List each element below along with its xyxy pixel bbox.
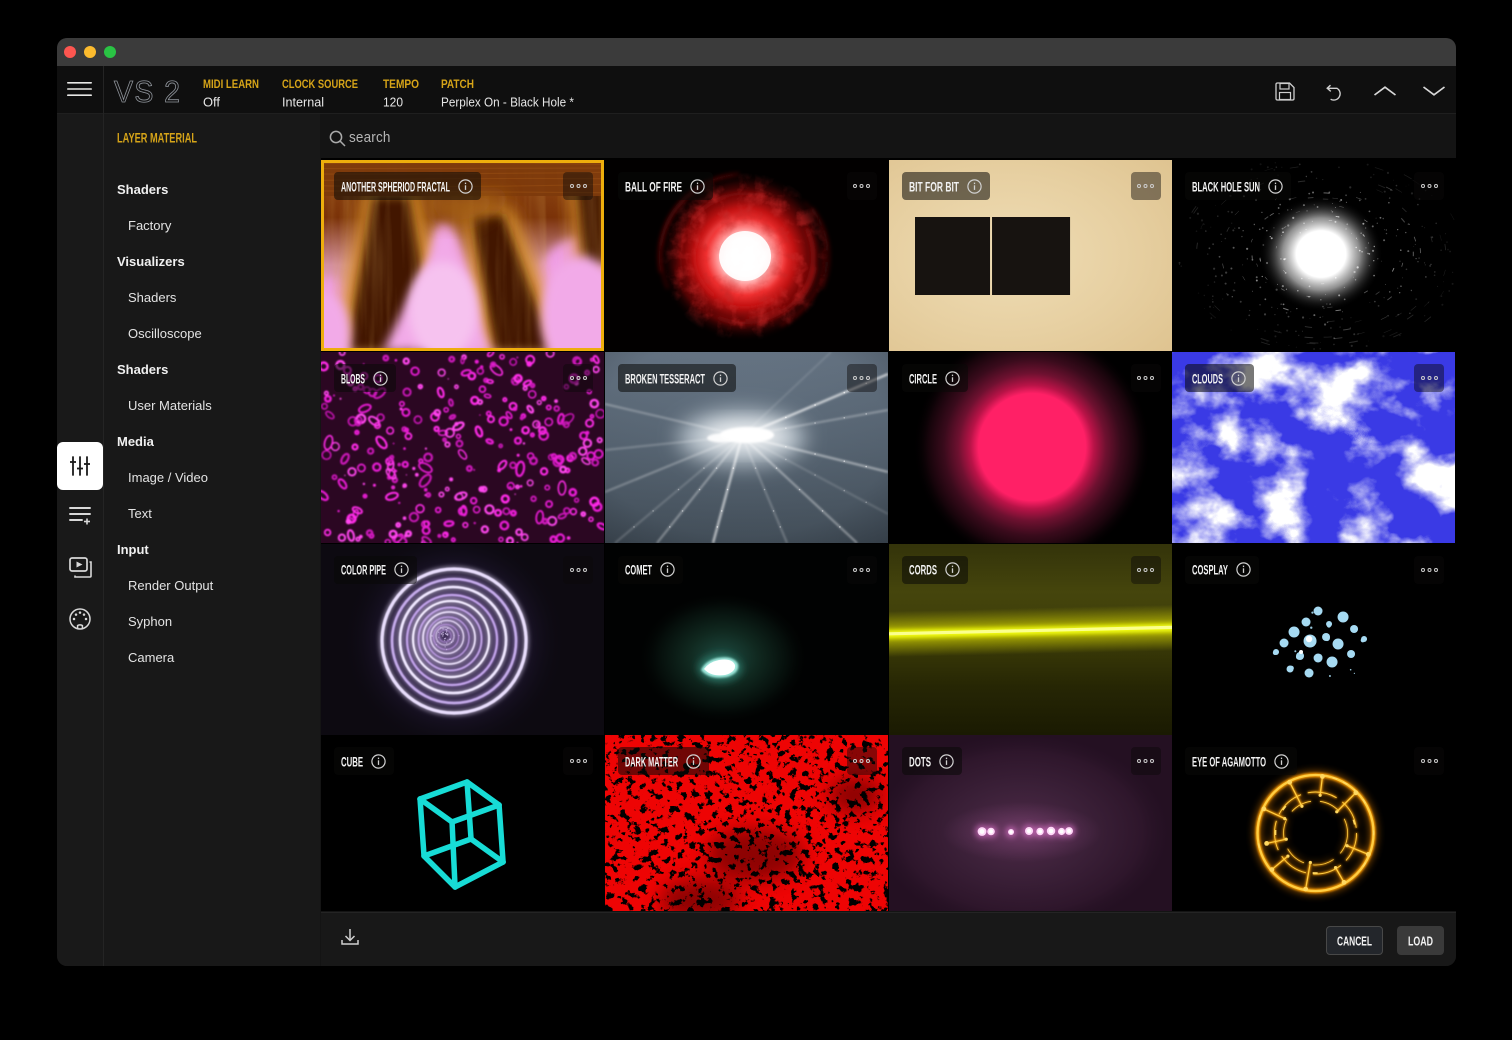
svg-text:Off: Off	[203, 95, 220, 109]
svg-text:COLOR PIPE: COLOR PIPE	[341, 563, 386, 576]
svg-text:PATCH: PATCH	[441, 79, 474, 90]
svg-text:LAYER MATERIAL: LAYER MATERIAL	[117, 130, 197, 145]
svg-text:COSPLAY: COSPLAY	[1192, 563, 1228, 576]
svg-text:CANCEL: CANCEL	[1337, 935, 1372, 947]
svg-text:BALL OF FIRE: BALL OF FIRE	[625, 180, 682, 193]
svg-text:Internal: Internal	[282, 95, 324, 109]
svg-text:CLOUDS: CLOUDS	[1192, 372, 1223, 385]
svg-text:MIDI LEARN: MIDI LEARN	[203, 79, 259, 90]
svg-text:EYE OF AGAMOTTO: EYE OF AGAMOTTO	[1192, 755, 1266, 768]
svg-text:CORDS: CORDS	[909, 563, 937, 576]
svg-text:LOAD: LOAD	[1408, 935, 1433, 947]
svg-text:CIRCLE: CIRCLE	[909, 372, 937, 385]
svg-text:ANOTHER SPHERIOD FRACTAL: ANOTHER SPHERIOD FRACTAL	[341, 180, 450, 193]
svg-text:TEMPO: TEMPO	[383, 79, 419, 90]
svg-text:BROKEN TESSERACT: BROKEN TESSERACT	[625, 372, 705, 385]
svg-text:CLOCK SOURCE: CLOCK SOURCE	[282, 79, 358, 90]
svg-text:COMET: COMET	[625, 563, 652, 576]
svg-text:DOTS: DOTS	[909, 755, 931, 768]
svg-text:DARK MATTER: DARK MATTER	[625, 755, 678, 768]
svg-text:120: 120	[383, 95, 403, 109]
svg-text:BLACK HOLE SUN: BLACK HOLE SUN	[1192, 180, 1260, 193]
svg-text:Perplex On - Black Hole *: Perplex On - Black Hole *	[441, 95, 574, 109]
svg-text:BLOBS: BLOBS	[341, 372, 365, 385]
svg-text:CUBE: CUBE	[341, 755, 363, 768]
svg-text:BIT FOR BIT: BIT FOR BIT	[909, 180, 959, 193]
